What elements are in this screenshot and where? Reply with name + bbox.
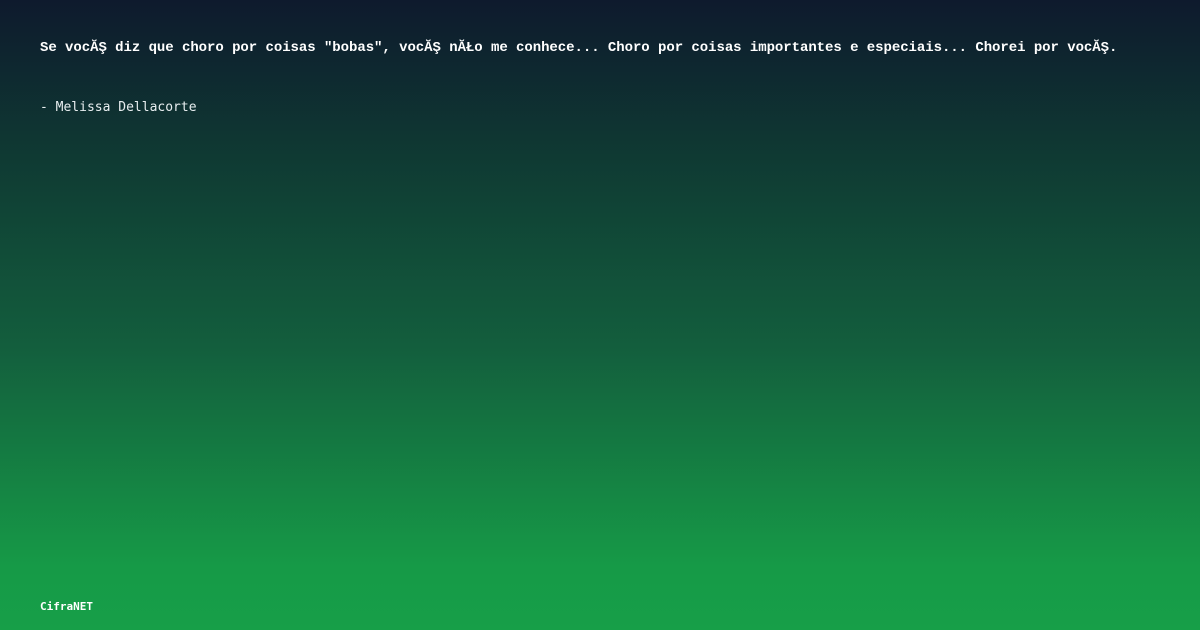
quote-text: Se vocĂŞ diz que choro por coisas "bobas… xyxy=(40,40,1118,56)
quote-author: - Melissa Dellacorte xyxy=(40,100,197,115)
brand-name: CifraNET xyxy=(40,600,93,613)
